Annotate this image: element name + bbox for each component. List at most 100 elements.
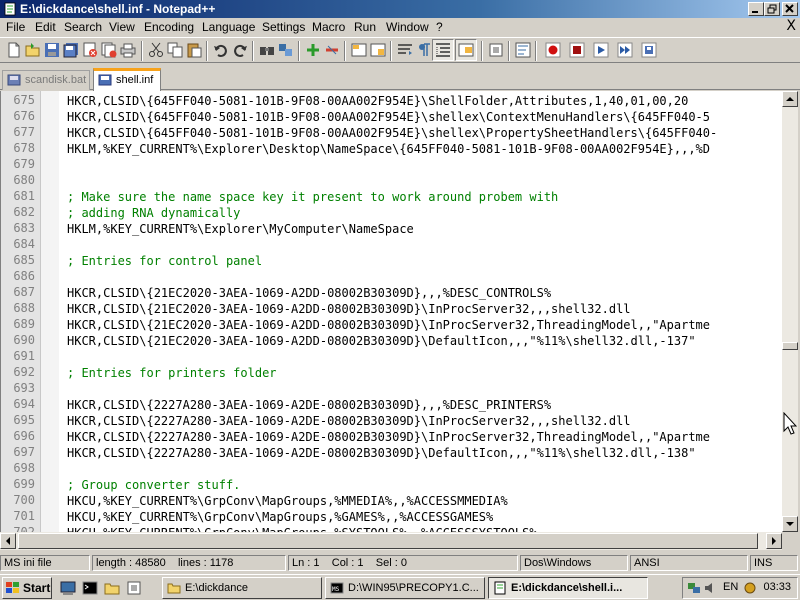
code-line[interactable]: 688 HKCR,CLSID\{21EC2020-3AEA-1069-A2DD-0… bbox=[1, 301, 782, 317]
scroll-up-button[interactable] bbox=[782, 91, 798, 107]
menu-search[interactable]: Search bbox=[64, 20, 102, 34]
code-line[interactable]: 700 HKCU,%KEY_CURRENT%\GrpConv\MapGroups,… bbox=[1, 493, 782, 509]
taskbar-task-shell-inf[interactable]: E:\dickdance\shell.i... bbox=[488, 577, 648, 599]
language-indicator[interactable]: EN bbox=[723, 581, 738, 593]
zoom-in-icon[interactable] bbox=[305, 42, 321, 58]
paste-icon[interactable] bbox=[186, 42, 202, 58]
code-line[interactable]: 675 HKCR,CLSID\{645FF040-5081-101B-9F08-0… bbox=[1, 93, 782, 109]
menu-edit[interactable]: Edit bbox=[35, 20, 56, 34]
scroll-down-button[interactable] bbox=[782, 516, 798, 532]
close-button[interactable] bbox=[782, 2, 798, 16]
code-line[interactable]: 694 HKCR,CLSID\{2227A280-3AEA-1069-A2DE-0… bbox=[1, 397, 782, 413]
taskbar-task-precopy[interactable]: MS D:\WIN95\PRECOPY1.C... bbox=[325, 577, 485, 599]
tab-shell-inf[interactable]: shell.inf bbox=[93, 68, 161, 91]
cut-icon[interactable] bbox=[148, 42, 164, 58]
sync-horizontal-icon[interactable] bbox=[370, 42, 386, 58]
menu-macro[interactable]: Macro bbox=[312, 20, 345, 34]
code-line[interactable]: 691 bbox=[1, 349, 782, 365]
code-line[interactable]: 696 HKCR,CLSID\{2227A280-3AEA-1069-A2DE-0… bbox=[1, 429, 782, 445]
code-line[interactable]: 695 HKCR,CLSID\{2227A280-3AEA-1069-A2DE-0… bbox=[1, 413, 782, 429]
print-icon[interactable] bbox=[120, 42, 136, 58]
macro-record-icon[interactable] bbox=[545, 42, 561, 58]
code-line[interactable]: 685 ; Entries for control panel bbox=[1, 253, 782, 269]
redo-icon[interactable] bbox=[232, 42, 248, 58]
replace-icon[interactable] bbox=[278, 42, 294, 58]
zoom-out-icon[interactable] bbox=[324, 42, 340, 58]
explorer-folder-icon[interactable] bbox=[104, 580, 120, 596]
network-icon[interactable] bbox=[687, 581, 701, 595]
code-line[interactable]: 701 HKCU,%KEY_CURRENT%\GrpConv\MapGroups,… bbox=[1, 509, 782, 525]
scroll-right-button[interactable] bbox=[766, 533, 782, 549]
copy-icon[interactable] bbox=[167, 42, 183, 58]
quicklaunch-app-icon[interactable] bbox=[126, 580, 142, 596]
title-bar[interactable]: E:\dickdance\shell.inf - Notepad++ bbox=[0, 0, 800, 18]
sync-vertical-icon[interactable] bbox=[351, 42, 367, 58]
vertical-scrollbar[interactable] bbox=[782, 91, 798, 532]
scroll-left-button[interactable] bbox=[0, 533, 16, 549]
close-file-icon[interactable] bbox=[82, 42, 98, 58]
menu-view[interactable]: View bbox=[109, 20, 135, 34]
menu-file[interactable]: File bbox=[6, 20, 25, 34]
minimize-button[interactable] bbox=[748, 2, 764, 16]
notepadpp-app-icon[interactable] bbox=[3, 2, 17, 16]
focus-mode-icon[interactable] bbox=[488, 42, 504, 58]
volume-icon[interactable] bbox=[703, 581, 717, 595]
code-line[interactable]: 686 bbox=[1, 269, 782, 285]
undo-icon[interactable] bbox=[213, 42, 229, 58]
code-line[interactable]: 679 bbox=[1, 157, 782, 173]
show-all-characters-icon[interactable] bbox=[416, 42, 432, 58]
clock[interactable]: 03:33 bbox=[763, 581, 791, 593]
code-line[interactable]: 697 HKCR,CLSID\{2227A280-3AEA-1069-A2DE-0… bbox=[1, 445, 782, 461]
code-line[interactable]: 682 ; adding RNA dynamically bbox=[1, 205, 782, 221]
code-line[interactable]: 681 ; Make sure the name space key it pre… bbox=[1, 189, 782, 205]
code-line[interactable]: 683 HKLM,%KEY_CURRENT%\Explorer\MyCompute… bbox=[1, 221, 782, 237]
code-line[interactable]: 677 HKCR,CLSID\{645FF040-5081-101B-9F08-0… bbox=[1, 125, 782, 141]
code-line[interactable]: 692 ; Entries for printers folder bbox=[1, 365, 782, 381]
tab-scandisk-bat[interactable]: scandisk.bat bbox=[2, 70, 90, 90]
horizontal-scroll-thumb[interactable] bbox=[18, 533, 758, 549]
code-line[interactable]: 684 bbox=[1, 237, 782, 253]
line-number: 692 bbox=[13, 365, 35, 379]
tray-app-icon[interactable] bbox=[743, 581, 757, 595]
macro-run-multiple-icon[interactable] bbox=[617, 42, 633, 58]
start-button[interactable]: Start bbox=[2, 577, 52, 599]
command-prompt-icon[interactable] bbox=[82, 580, 98, 596]
code-line[interactable]: 702 HKCU,%KEY_CURRENT%\GrpConv\MapGroups,… bbox=[1, 525, 782, 532]
menu-window[interactable]: Window bbox=[386, 20, 429, 34]
menu-run[interactable]: Run bbox=[354, 20, 376, 34]
show-desktop-icon[interactable] bbox=[60, 580, 76, 596]
indent-guide-toggle[interactable] bbox=[432, 39, 454, 61]
menu-settings[interactable]: Settings bbox=[262, 20, 305, 34]
doc-map-toggle[interactable] bbox=[455, 39, 477, 61]
code-line[interactable]: 689 HKCR,CLSID\{21EC2020-3AEA-1069-A2DD-0… bbox=[1, 317, 782, 333]
macro-save-icon[interactable] bbox=[641, 42, 657, 58]
code-line[interactable]: 699 ; Group converter stuff. bbox=[1, 477, 782, 493]
macro-stop-icon[interactable] bbox=[569, 42, 585, 58]
menu-language[interactable]: Language bbox=[202, 20, 255, 34]
dos-window-icon: MS bbox=[330, 582, 344, 594]
word-wrap-icon[interactable] bbox=[397, 42, 413, 58]
taskbar-task-dickdance[interactable]: E:\dickdance bbox=[162, 577, 322, 599]
find-icon[interactable] bbox=[259, 42, 275, 58]
code-line[interactable]: 676 HKCR,CLSID\{645FF040-5081-101B-9F08-0… bbox=[1, 109, 782, 125]
code-line[interactable]: 693 bbox=[1, 381, 782, 397]
code-line[interactable]: 680 bbox=[1, 173, 782, 189]
restore-button[interactable] bbox=[764, 2, 780, 16]
user-defined-dialog-icon[interactable] bbox=[515, 42, 531, 58]
new-file-icon[interactable] bbox=[6, 42, 22, 58]
close-all-icon[interactable] bbox=[101, 42, 117, 58]
save-icon[interactable] bbox=[44, 42, 60, 58]
menu-encoding[interactable]: Encoding bbox=[144, 20, 194, 34]
code-line[interactable]: 690 HKCR,CLSID\{21EC2020-3AEA-1069-A2DD-0… bbox=[1, 333, 782, 349]
macro-play-icon[interactable] bbox=[593, 42, 609, 58]
open-file-icon[interactable] bbox=[25, 42, 41, 58]
code-line[interactable]: 687 HKCR,CLSID\{21EC2020-3AEA-1069-A2DD-0… bbox=[1, 285, 782, 301]
vertical-scroll-thumb[interactable] bbox=[782, 342, 798, 350]
horizontal-scrollbar[interactable] bbox=[0, 532, 782, 550]
text-editor[interactable]: 675 HKCR,CLSID\{645FF040-5081-101B-9F08-0… bbox=[0, 91, 782, 532]
code-line[interactable]: 698 bbox=[1, 461, 782, 477]
code-line[interactable]: 678 HKLM,%KEY_CURRENT%\Explorer\Desktop\N… bbox=[1, 141, 782, 157]
close-document-icon[interactable]: X bbox=[786, 18, 796, 34]
menu-help[interactable]: ? bbox=[436, 20, 443, 34]
save-all-icon[interactable] bbox=[63, 42, 79, 58]
